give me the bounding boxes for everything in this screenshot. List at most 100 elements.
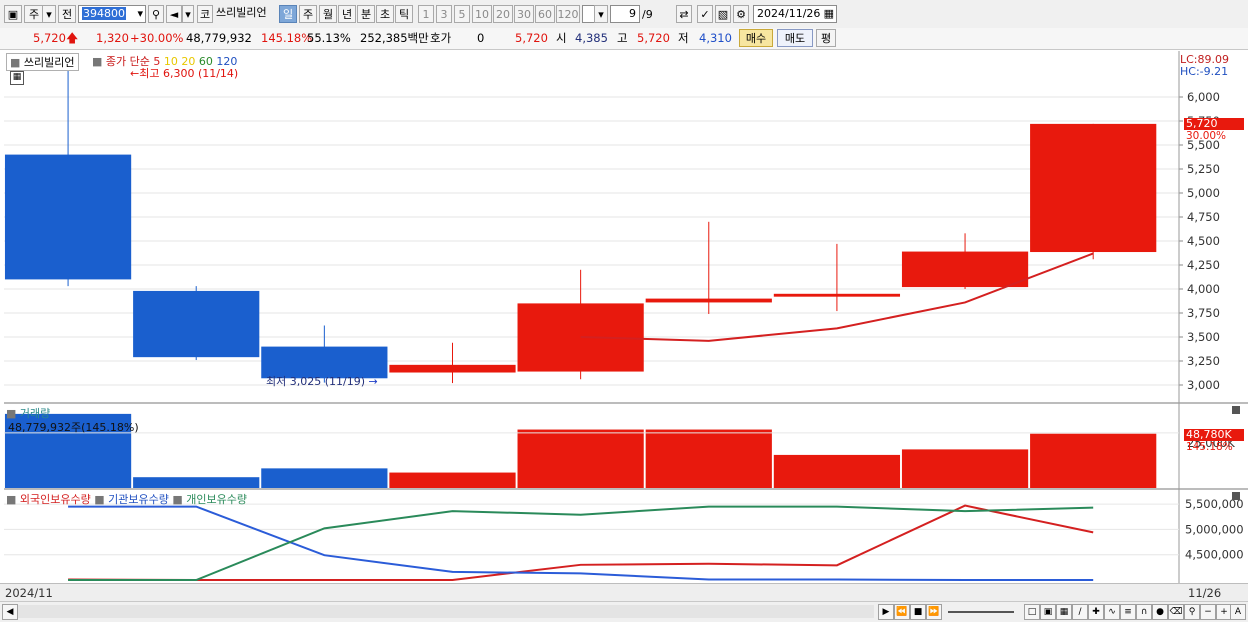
trend-line-icon[interactable]: ∕: [1072, 604, 1088, 620]
code-input[interactable]: 394800 ▾: [78, 5, 146, 23]
zoom-out-icon[interactable]: −: [1200, 604, 1216, 620]
period-day-button[interactable]: 일: [279, 5, 297, 23]
grid-icon[interactable]: ▦: [1056, 604, 1072, 620]
open-label: 시: [556, 31, 567, 45]
scope-label: 전: [61, 8, 73, 21]
compare-icon[interactable]: ⇄: [676, 5, 692, 23]
rewind-icon[interactable]: ⏪: [894, 604, 910, 620]
volume-bar: [773, 454, 901, 488]
last-price-tag-text: 5,720: [1186, 117, 1218, 130]
interval-button[interactable]: 30: [514, 5, 534, 23]
data-table-icon[interactable]: ▦: [10, 71, 24, 85]
period-label: 월: [322, 8, 334, 21]
chevron-down-icon[interactable]: ▾: [182, 5, 194, 23]
sell-button[interactable]: 매도: [777, 29, 813, 47]
date-value: 2024/11/26: [757, 7, 821, 20]
stop-icon[interactable]: ■: [910, 604, 926, 620]
price-tick-label: 5,250: [1187, 162, 1220, 176]
buy-label: 매수: [745, 32, 767, 45]
holding-legend[interactable]: ■ 외국인보유수량 ■ 기관보유수량 ■ 개인보유수량: [6, 491, 247, 507]
save-icon[interactable]: ▧: [715, 5, 731, 23]
hc-label: HC:-9.21: [1180, 65, 1229, 78]
panel-close-icon[interactable]: [1232, 492, 1240, 500]
calendar-icon[interactable]: ▦: [824, 6, 834, 22]
interval-button[interactable]: 1: [418, 5, 434, 23]
interval-button[interactable]: 60: [535, 5, 555, 23]
volume-bar: [517, 429, 644, 488]
chevron-down-icon[interactable]: ▾: [42, 5, 56, 23]
gear-icon[interactable]: ⚙: [733, 5, 749, 23]
tab-bullet-icon: ■: [10, 56, 21, 69]
price-tick-label: 5,000: [1187, 186, 1220, 200]
fibonacci-icon[interactable]: ≡: [1120, 604, 1136, 620]
price-tick-label: 3,250: [1187, 354, 1220, 368]
chevron-down-icon[interactable]: ▾: [594, 5, 608, 23]
magnet-icon[interactable]: ∩: [1136, 604, 1152, 620]
price-tick-label: 4,000: [1187, 282, 1220, 296]
window-layout-icon[interactable]: ▣: [4, 5, 22, 23]
zoom-slider[interactable]: [948, 611, 1014, 613]
period-month-button[interactable]: 월: [319, 5, 337, 23]
market-select[interactable]: 주: [24, 5, 44, 23]
scroll-right-icon[interactable]: ▶: [878, 604, 894, 620]
horizontal-scrollbar[interactable]: [18, 605, 874, 618]
speaker-icon[interactable]: ◄: [166, 5, 182, 23]
period-tick-button[interactable]: 틱: [395, 5, 413, 23]
holding-legend-foreign: 외국인보유수량: [19, 493, 91, 506]
search-icon[interactable]: ⚲: [148, 5, 164, 23]
cross-line-icon[interactable]: ✚: [1088, 604, 1104, 620]
volume-bar: [261, 468, 388, 488]
date-input[interactable]: 2024/11/26 ▦: [753, 5, 837, 23]
sell-label: 매도: [784, 32, 806, 45]
candle-body: [901, 251, 1029, 288]
stock-prefix-button[interactable]: 코: [197, 5, 213, 23]
period-minute-button[interactable]: 분: [357, 5, 375, 23]
low-annotation-text: 최저 3,025 (11/19): [266, 375, 366, 388]
font-size-icon[interactable]: A: [1230, 604, 1246, 620]
interval-button[interactable]: 20: [493, 5, 513, 23]
zoom-icon[interactable]: ⚲: [1184, 604, 1200, 620]
price-change: 1,320: [96, 31, 129, 45]
stock-tab[interactable]: ■ 쓰리빌리언: [6, 53, 79, 71]
wave-icon[interactable]: ∿: [1104, 604, 1120, 620]
interval-button[interactable]: 5: [454, 5, 470, 23]
candle-body: [133, 290, 260, 358]
period-label: 분: [360, 8, 372, 21]
eval-label: 평: [820, 32, 832, 45]
fast-forward-icon[interactable]: ⏩: [926, 604, 942, 620]
scope-button[interactable]: 전: [58, 5, 76, 23]
period-week-button[interactable]: 주: [299, 5, 317, 23]
holding-grid: [4, 503, 1179, 556]
hoga-price: 5,720: [515, 31, 548, 45]
period-second-button[interactable]: 초: [376, 5, 394, 23]
low-value: 4,310: [699, 31, 732, 45]
panel-close-icon[interactable]: [1232, 406, 1240, 414]
candle-body: [1030, 123, 1157, 253]
page-count-input[interactable]: 9: [610, 5, 640, 23]
layout-icon[interactable]: □: [1024, 604, 1040, 620]
volume-last-tag-text: 48,780K: [1186, 428, 1232, 441]
copy-icon[interactable]: ▣: [1040, 604, 1056, 620]
lock-icon[interactable]: ●: [1152, 604, 1168, 620]
last-pct-tag: 30.00%: [1186, 130, 1227, 142]
turnover-ratio: 55.13%: [307, 31, 351, 45]
chevron-down-icon[interactable]: ▾: [137, 6, 143, 22]
buy-button[interactable]: 매수: [739, 29, 773, 47]
interval-button[interactable]: 120: [556, 5, 580, 23]
interval-label: 5: [458, 8, 466, 21]
current-price: 5,720: [33, 31, 66, 45]
legend-bullet-icon: ■: [94, 493, 105, 506]
time-axis-bar: 2024/11 11/26: [0, 583, 1248, 602]
arrow-up-icon: 🡅: [66, 31, 79, 45]
eraser-icon[interactable]: ⌫: [1168, 604, 1184, 620]
draw-tool-icon[interactable]: ✓: [697, 5, 713, 23]
page-total: /9: [642, 8, 653, 21]
eval-button[interactable]: 평: [816, 29, 836, 47]
period-year-button[interactable]: 년: [338, 5, 356, 23]
chart-area[interactable]: 6,0005,7505,5005,2505,0004,7504,5004,250…: [4, 51, 1248, 602]
interval-button[interactable]: 10: [472, 5, 492, 23]
scroll-left-icon[interactable]: ◀: [2, 604, 18, 620]
volume-last-pct: 145.18%: [1186, 441, 1233, 453]
volume-bar: [133, 477, 260, 488]
interval-button[interactable]: 3: [436, 5, 452, 23]
